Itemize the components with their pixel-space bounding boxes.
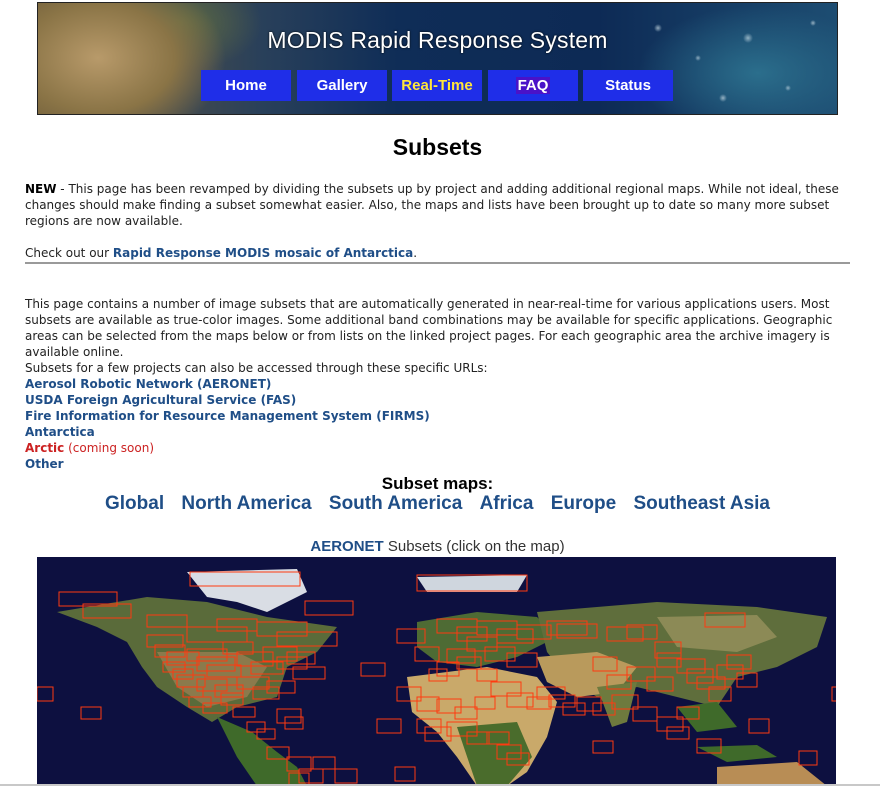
other-project-link[interactable]: Other bbox=[25, 457, 64, 471]
region-global-link[interactable]: Global bbox=[105, 493, 164, 514]
region-south-america-link[interactable]: South America bbox=[329, 493, 462, 514]
new-label: NEW bbox=[25, 182, 57, 196]
antarctica-project-link[interactable]: Antarctica bbox=[25, 425, 95, 439]
checkout-suffix: . bbox=[413, 246, 418, 260]
subset-maps-heading: Subset maps: bbox=[381, 474, 494, 493]
new-notice-text: - This page has been revamped by dividin… bbox=[25, 182, 839, 228]
aeronet-caption-link[interactable]: AERONET bbox=[310, 538, 383, 555]
nav-gallery-button[interactable]: Gallery bbox=[297, 70, 387, 101]
nav-realtime-button[interactable]: Real-Time bbox=[392, 70, 482, 101]
intro-text: This page contains a number of image sub… bbox=[25, 297, 833, 359]
checkout-prefix: Check out our bbox=[25, 246, 113, 260]
project-links: Aerosol Robotic Network (AERONET) USDA F… bbox=[25, 376, 430, 472]
aeronet-project-link[interactable]: Aerosol Robotic Network (AERONET) bbox=[25, 377, 271, 391]
world-map-graphic bbox=[37, 569, 836, 786]
aeronet-map-caption: AERONET Subsets (click on the map) bbox=[0, 538, 875, 555]
fas-project-link[interactable]: USDA Foreign Agricultural Service (FAS) bbox=[25, 393, 296, 407]
site-title: MODIS Rapid Response System bbox=[267, 27, 608, 53]
nav-faq-label: FAQ bbox=[515, 77, 551, 94]
nav-home-button[interactable]: Home bbox=[201, 70, 291, 101]
nav-faq-button[interactable]: FAQ bbox=[488, 70, 578, 101]
arctic-project-link[interactable]: Arctic bbox=[25, 441, 64, 455]
arctic-note: (coming soon) bbox=[64, 441, 154, 455]
region-europe-link[interactable]: Europe bbox=[551, 493, 616, 514]
region-southeast-asia-link[interactable]: Southeast Asia bbox=[633, 493, 770, 514]
projects-prefix: Subsets for a few projects can also be a… bbox=[25, 361, 488, 375]
region-north-america-link[interactable]: North America bbox=[181, 493, 311, 514]
firms-project-link[interactable]: Fire Information for Resource Management… bbox=[25, 409, 430, 423]
antarctica-mosaic-link[interactable]: Rapid Response MODIS mosaic of Antarctic… bbox=[113, 246, 413, 260]
header-banner: MODIS Rapid Response System Home Gallery… bbox=[37, 2, 838, 115]
antarctica-callout: Check out our Rapid Response MODIS mosai… bbox=[25, 245, 850, 261]
aeronet-caption-text: Subsets (click on the map) bbox=[383, 538, 565, 555]
aeronet-world-map[interactable] bbox=[37, 557, 836, 786]
subset-map-regions: Global North America South America Afric… bbox=[0, 493, 875, 515]
divider bbox=[25, 262, 850, 264]
region-africa-link[interactable]: Africa bbox=[480, 493, 534, 514]
page-title: Subsets bbox=[392, 134, 483, 160]
new-notice: NEW - This page has been revamped by div… bbox=[25, 181, 850, 229]
nav-status-button[interactable]: Status bbox=[583, 70, 673, 101]
